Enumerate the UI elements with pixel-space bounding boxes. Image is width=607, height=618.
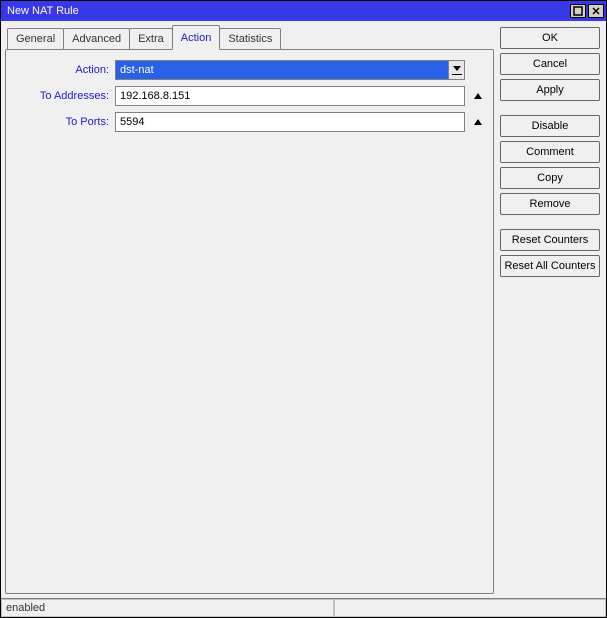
titlebar: New NAT Rule bbox=[1, 1, 606, 21]
cancel-button[interactable]: Cancel bbox=[500, 53, 600, 75]
comment-button[interactable]: Comment bbox=[500, 141, 600, 163]
ok-button[interactable]: OK bbox=[500, 27, 600, 49]
status-cell-empty bbox=[334, 599, 606, 617]
to-addresses-input[interactable] bbox=[115, 86, 465, 106]
tab-panel-action: Action: dst-nat bbox=[5, 49, 494, 594]
to-ports-label: To Ports: bbox=[14, 116, 109, 128]
button-column: OK Cancel Apply Disable Comment Copy Rem… bbox=[500, 25, 600, 594]
action-selected-value: dst-nat bbox=[116, 61, 448, 79]
collapse-to-addresses-icon[interactable] bbox=[471, 93, 485, 99]
status-bar: enabled bbox=[1, 598, 606, 617]
maximize-button[interactable] bbox=[570, 4, 586, 18]
tab-general[interactable]: General bbox=[7, 28, 64, 49]
action-dropdown[interactable]: dst-nat bbox=[115, 60, 465, 80]
dropdown-arrow-icon bbox=[448, 61, 464, 79]
tab-statistics[interactable]: Statistics bbox=[219, 28, 281, 49]
to-addresses-label: To Addresses: bbox=[14, 90, 109, 102]
tab-action[interactable]: Action bbox=[172, 25, 221, 50]
to-ports-input[interactable] bbox=[115, 112, 465, 132]
remove-button[interactable]: Remove bbox=[500, 193, 600, 215]
close-button[interactable] bbox=[588, 4, 604, 18]
apply-button[interactable]: Apply bbox=[500, 79, 600, 101]
client-area: General Advanced Extra Action Statistics… bbox=[1, 21, 606, 617]
row-action: Action: dst-nat bbox=[14, 60, 485, 80]
row-to-addresses: To Addresses: bbox=[14, 86, 485, 106]
status-text: enabled bbox=[1, 599, 334, 617]
row-to-ports: To Ports: bbox=[14, 112, 485, 132]
copy-button[interactable]: Copy bbox=[500, 167, 600, 189]
action-label: Action: bbox=[14, 64, 109, 76]
collapse-to-ports-icon[interactable] bbox=[471, 119, 485, 125]
tab-advanced[interactable]: Advanced bbox=[63, 28, 130, 49]
tab-extra[interactable]: Extra bbox=[129, 28, 173, 49]
main-area: General Advanced Extra Action Statistics… bbox=[5, 25, 494, 594]
reset-all-counters-button[interactable]: Reset All Counters bbox=[500, 255, 600, 277]
window-title: New NAT Rule bbox=[7, 5, 570, 17]
window-controls bbox=[570, 4, 604, 18]
tab-strip: General Advanced Extra Action Statistics bbox=[5, 25, 494, 49]
disable-button[interactable]: Disable bbox=[500, 115, 600, 137]
upper-section: General Advanced Extra Action Statistics… bbox=[1, 21, 606, 598]
reset-counters-button[interactable]: Reset Counters bbox=[500, 229, 600, 251]
